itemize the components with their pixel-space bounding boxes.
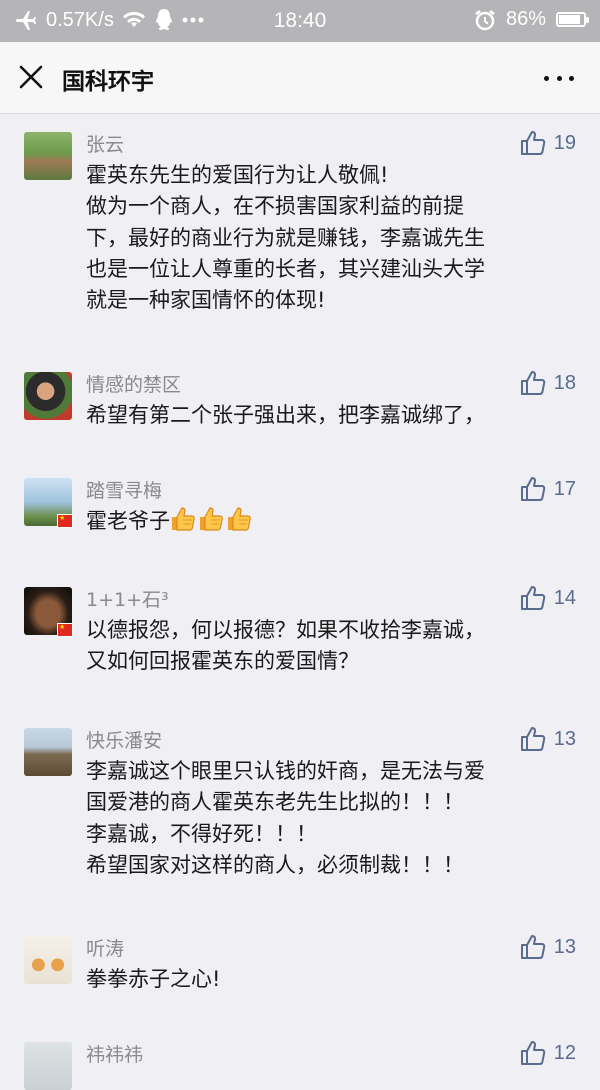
comment-line: 下，最好的商业行为就是赚钱，李嘉诚先生 [86,225,485,250]
like-count: 18 [553,371,576,394]
like-count: 19 [553,131,576,154]
like-button[interactable]: 13 [520,934,576,960]
avatar[interactable] [24,132,72,180]
commenter-name[interactable]: 听涛 [86,934,124,961]
avatar[interactable] [24,936,72,984]
comment-line: 希望有第二个张子强出来，把李嘉诚绑了， [86,403,485,427]
avatar[interactable] [24,728,72,776]
comment-line: 就是一种家国情怀的体现! [86,288,326,313]
like-icon [520,586,545,610]
like-button[interactable]: 14 [520,585,576,611]
like-icon [520,477,545,501]
china-flag-icon [57,623,73,637]
commenter-name[interactable]: 张云 [86,130,124,157]
like-icon [520,935,545,959]
more-icon-dot [544,75,549,81]
china-flag-icon [57,514,73,528]
comment-line: 国爱港的商人霍英东老先生比拟的！！！ [86,790,464,815]
thumbs-up-emoji-icon [198,506,224,541]
more-icon-dot [556,75,562,81]
like-count: 12 [553,1041,576,1064]
comment-line: 李嘉诚这个眼里只认钱的奸商，是无法与爱 [86,759,485,783]
like-icon [520,727,545,751]
comment-line: 以德报怨，何以报德？如果不收拾李嘉诚， [86,618,485,642]
status-bar: 0.57K/s 18:40 86% [0,0,600,42]
like-button[interactable]: 18 [520,370,576,396]
like-button[interactable]: 17 [520,476,576,502]
alarm-icon [475,9,495,30]
navigation-bar: 国科环宇 [0,42,600,114]
like-button[interactable]: 12 [520,1040,576,1066]
commenter-name[interactable]: 踏雪寻梅 [86,476,162,503]
comment-line: 拳拳赤子之心! [86,967,221,991]
comment-text: 霍老爷子 [86,506,566,541]
commenter-name[interactable]: 祎祎祎 [86,1040,143,1067]
commenter-name[interactable]: 情感的禁区 [86,370,181,397]
like-count: 17 [553,477,576,500]
battery-fill [559,15,580,24]
comment-line: 也是一位让人尊重的长者，其兴建汕头大学 [86,256,485,281]
comment-text: 拳拳赤子之心! [86,964,566,995]
like-button[interactable]: 19 [520,130,576,156]
commenter-name[interactable]: 快乐潘安 [86,726,162,753]
comment-text: 霍英东先生的爱国行为让人敬佩! 做为一个商人，在不损害国家利益的前提 下，最好的商业… [86,160,566,316]
like-button[interactable]: 13 [520,726,576,752]
more-icon-dot [569,75,574,81]
commenter-name[interactable]: 1+1+石³ [86,585,169,612]
like-count: 13 [553,935,576,958]
close-button[interactable] [18,64,44,90]
comment-line: 霍老爷子 [86,506,566,541]
avatar[interactable] [24,1042,72,1090]
page-title: 国科环宇 [62,69,154,95]
comment-line: 李嘉诚，不得好死！！！ [86,821,317,846]
comment-line: 希望国家对这样的商人，必须制裁！！！ [86,852,464,877]
comment-line: 霍英东先生的爱国行为让人敬佩! [86,163,389,187]
comment-line: 做为一个商人，在不损害国家利益的前提 [86,194,464,219]
avatar[interactable] [24,372,72,420]
more-button[interactable] [544,66,574,90]
like-icon [520,371,545,395]
close-icon [19,65,43,89]
like-count: 13 [553,727,576,750]
like-count: 14 [553,586,576,609]
thumbs-up-emoji-icon [170,506,196,541]
thumbs-up-emoji-icon [226,506,252,541]
battery-percent: 86% [505,8,546,30]
comment-text: 希望有第二个张子强出来，把李嘉诚绑了， [86,400,566,431]
battery-icon [556,12,589,27]
comment-text: 以德报怨，何以报德？如果不收拾李嘉诚， 又如何回报霍英东的爱国情？ [86,615,566,678]
like-icon [520,1041,545,1065]
comment-text: 李嘉诚这个眼里只认钱的奸商，是无法与爱 国爱港的商人霍英东老先生比拟的！！！ 李嘉诚… [86,756,566,881]
comment-line: 又如何回报霍英东的爱国情？ [86,649,359,674]
like-icon [520,131,545,155]
